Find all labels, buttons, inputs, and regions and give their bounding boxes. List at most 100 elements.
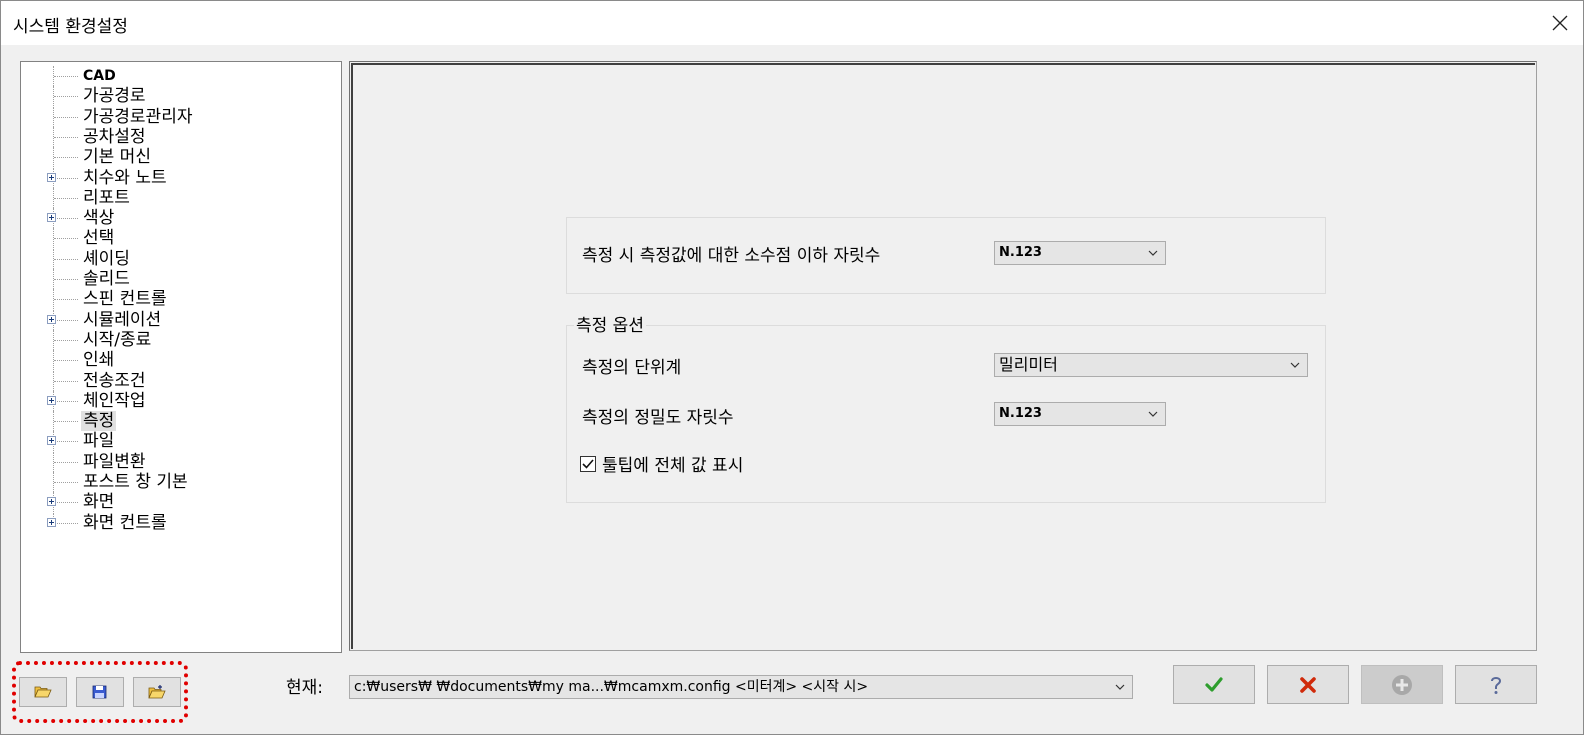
tree-item-label: 화면 (83, 492, 115, 513)
decimal-places-value: N.123 (999, 245, 1042, 260)
open-config-button[interactable] (19, 677, 67, 707)
tree-item[interactable]: 파일 (21, 431, 339, 452)
help-icon (1491, 676, 1502, 694)
tree-item[interactable]: 선택 (21, 228, 339, 249)
tree-connector (54, 441, 78, 443)
tree-connector (54, 380, 78, 382)
tree-item[interactable]: 스핀 컨트롤 (21, 289, 339, 310)
tree-connector (54, 136, 78, 138)
expand-icon[interactable] (47, 395, 56, 405)
current-label: 현재: (286, 678, 324, 698)
tree-item-label: 치수와 노트 (83, 167, 167, 188)
tree-item-label: 색상 (83, 208, 115, 229)
tree-connector (54, 258, 78, 260)
tree-item-label: 가공경로관리자 (83, 106, 193, 127)
tree-item[interactable]: 시작/종료 (21, 329, 339, 350)
tree-connector (54, 279, 78, 280)
tree-item[interactable]: 화면 컨트롤 (21, 512, 339, 533)
folder-open-icon (34, 686, 52, 698)
expand-icon[interactable] (47, 497, 56, 507)
tree-connector (54, 197, 78, 199)
checkmark-icon (582, 459, 594, 469)
tree-connector (54, 482, 78, 483)
tree-item[interactable]: 기본 머신 (21, 147, 339, 168)
tree-item[interactable]: 파일변환 (21, 451, 339, 472)
tree-item-label: 시작/종료 (83, 329, 152, 350)
close-button[interactable] (1537, 1, 1583, 45)
tree-item[interactable]: 시뮬레이션 (21, 309, 339, 330)
tree-item[interactable]: 인쇄 (21, 350, 339, 371)
precision-value: N.123 (999, 406, 1042, 421)
tree-item[interactable]: 색상 (21, 208, 339, 229)
decimal-places-select[interactable]: N.123 (994, 241, 1166, 265)
expand-icon[interactable] (47, 314, 56, 324)
tree-item[interactable]: CAD (21, 66, 339, 86)
title-bar: 시스템 환경설정 (1, 1, 1583, 45)
tree-connector (54, 157, 78, 159)
tree-item[interactable]: 체인작업 (21, 390, 339, 411)
tree-connector (54, 522, 78, 524)
tree-item[interactable]: 공차설정 (21, 126, 339, 147)
tree-item-label: 체인작업 (83, 390, 146, 411)
unit-label: 측정의 단위계 (582, 358, 682, 378)
checkmark-icon (1205, 676, 1223, 692)
merge-config-button[interactable] (133, 677, 181, 707)
tree-connector (54, 76, 78, 77)
expand-icon[interactable] (47, 436, 56, 446)
save-config-button[interactable] (76, 677, 124, 707)
tooltip-full-value-label: 툴팁에 전체 값 표시 (602, 456, 744, 476)
expand-icon[interactable] (47, 213, 56, 223)
precision-select[interactable]: N.123 (994, 402, 1166, 426)
tree-item-label: 셰이딩 (83, 248, 130, 269)
tree-item[interactable]: 측정 (21, 411, 339, 432)
chevron-down-icon (1115, 684, 1125, 690)
chevron-down-icon (1290, 362, 1300, 368)
tree-connector (54, 360, 78, 362)
add-button[interactable] (1361, 665, 1443, 704)
tree-connector (54, 116, 78, 118)
dialog-title: 시스템 환경설정 (13, 17, 128, 37)
expand-icon[interactable] (47, 517, 56, 527)
ok-button[interactable] (1173, 665, 1255, 704)
tree-item[interactable]: 가공경로관리자 (21, 106, 339, 127)
help-button[interactable] (1455, 665, 1537, 704)
tree-item-label: 리포트 (83, 187, 130, 208)
current-config-select[interactable]: c:₩users₩ ₩documents₩my ma...₩mcamxm.con… (349, 675, 1133, 699)
tree-item[interactable]: 화면 (21, 492, 339, 513)
current-config-path: c:₩users₩ ₩documents₩my ma...₩mcamxm.con… (354, 679, 869, 695)
unit-select[interactable]: 밀리미터 (994, 353, 1308, 377)
tree-item-label: 공차설정 (83, 126, 146, 147)
tree-connector (54, 238, 78, 240)
tree-item-label: CAD (83, 68, 116, 84)
tree-item[interactable]: 전송조건 (21, 370, 339, 391)
tree-item[interactable]: 포스트 창 기본 (21, 472, 339, 492)
tree-item-label: 포스트 창 기본 (83, 472, 188, 492)
settings-tree[interactable]: CAD 가공경로 가공경로관리자 공차설정 기본 머신 치수와 노트 리포트 색상 선택 셰이딩 솔… (20, 61, 342, 653)
expand-icon[interactable] (47, 172, 56, 182)
tree-connector (54, 421, 78, 423)
tree-connector (54, 96, 78, 98)
tree-item-label: 전송조건 (83, 370, 146, 391)
tree-item[interactable]: 솔리드 (21, 269, 339, 289)
decimal-places-label: 측정 시 측정값에 대한 소수점 이하 자릿수 (582, 246, 881, 266)
tree-item-label: 가공경로 (83, 86, 146, 107)
tree-item-label: 인쇄 (83, 350, 115, 371)
tree-connector (54, 319, 78, 321)
x-icon (1300, 676, 1316, 693)
tree-item[interactable]: 셰이딩 (21, 248, 339, 269)
tree-item[interactable]: 가공경로 (21, 86, 339, 107)
tree-item-label: 화면 컨트롤 (83, 512, 167, 533)
folder-merge-icon (148, 685, 166, 699)
cancel-button[interactable] (1267, 665, 1349, 704)
tree-connector (54, 400, 78, 402)
unit-value: 밀리미터 (999, 355, 1058, 374)
tree-item-label: 기본 머신 (83, 147, 151, 168)
save-icon (92, 685, 107, 699)
tree-item-label: 솔리드 (83, 269, 130, 289)
chevron-down-icon (1148, 411, 1158, 417)
tree-item[interactable]: 리포트 (21, 187, 339, 208)
tree-item[interactable]: 치수와 노트 (21, 167, 339, 188)
tree-item-label: 스핀 컨트롤 (83, 289, 167, 310)
measure-options-title: 측정 옵션 (574, 316, 646, 336)
tooltip-full-value-checkbox[interactable] (580, 456, 596, 472)
